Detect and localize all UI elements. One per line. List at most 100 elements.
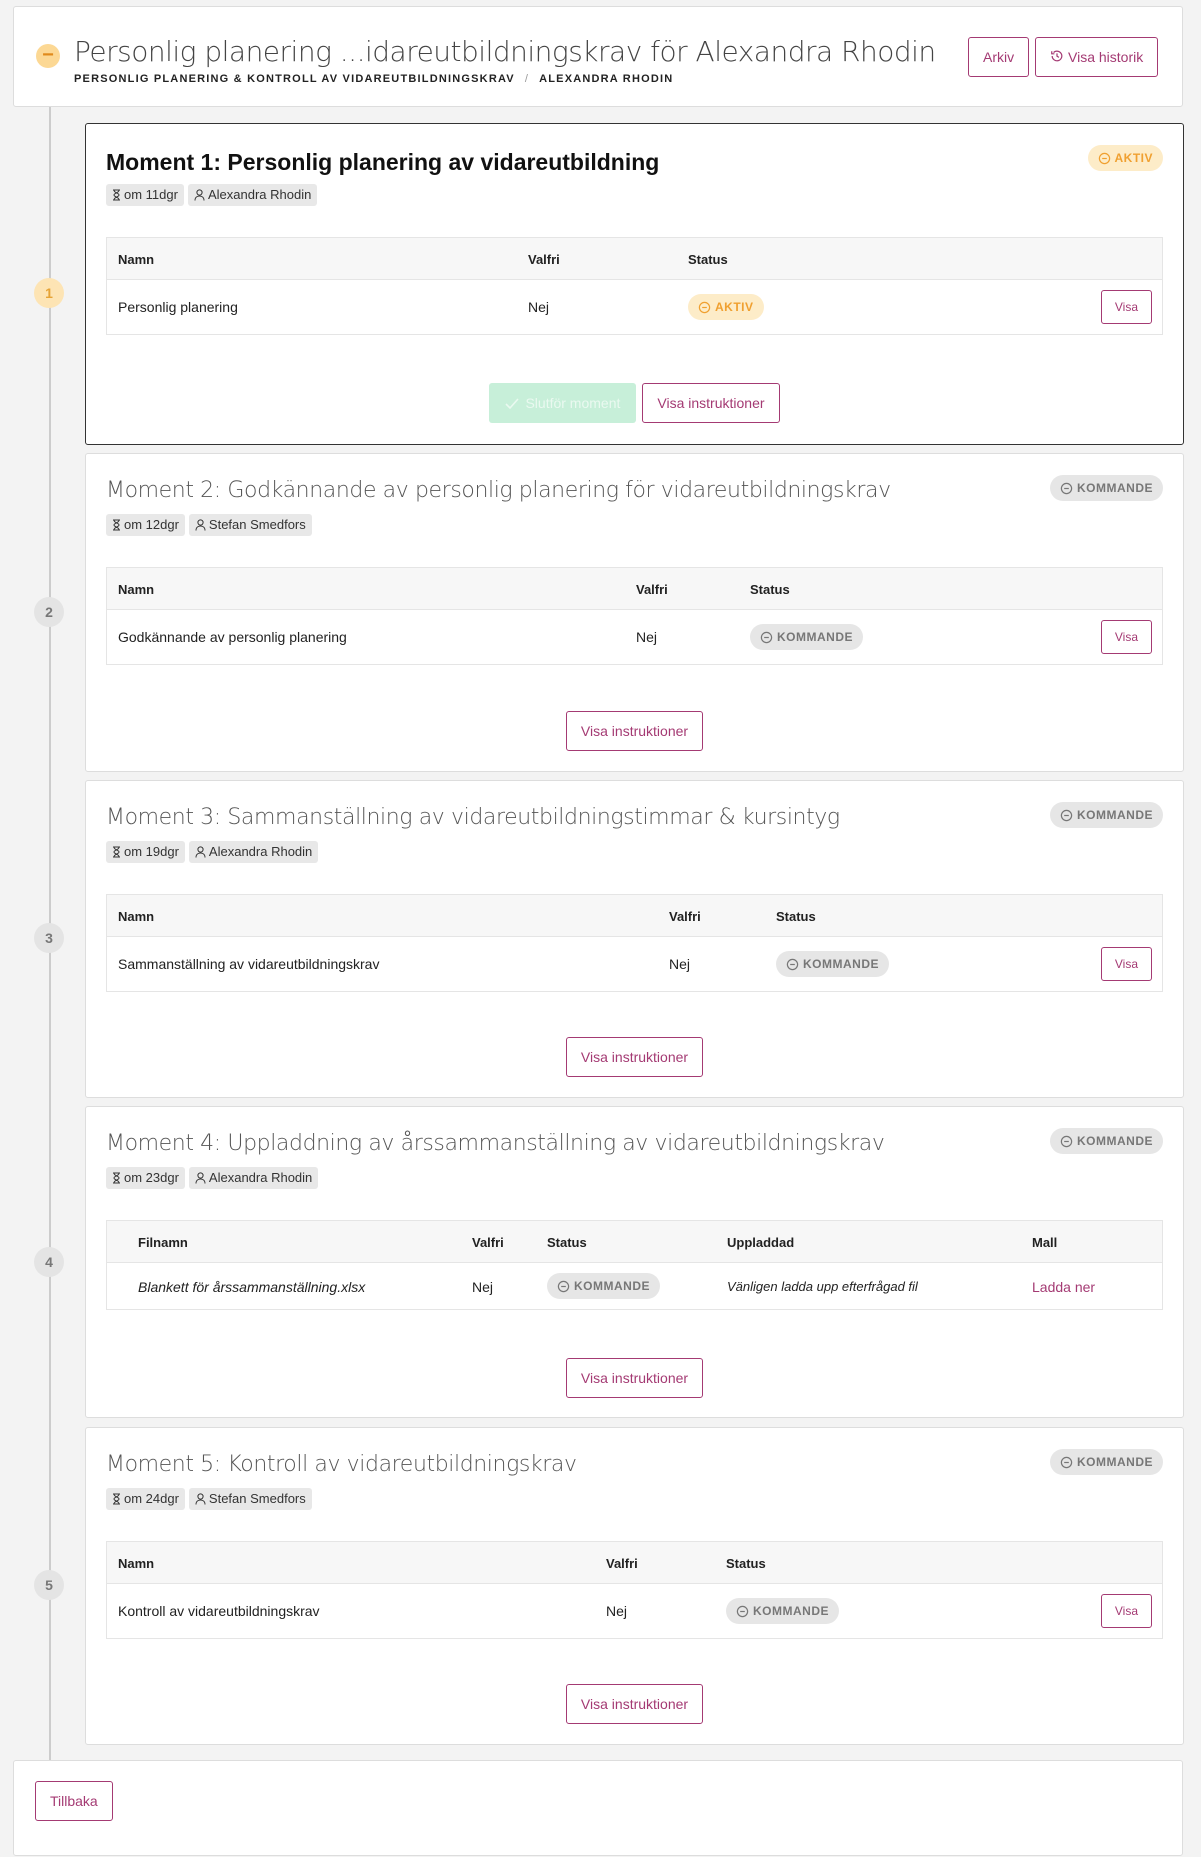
status-badge: KOMMANDE bbox=[726, 1598, 839, 1624]
step-number-4: 4 bbox=[34, 1247, 64, 1277]
assignee-label: Stefan Smedfors bbox=[208, 517, 306, 532]
hourglass-icon bbox=[113, 519, 120, 531]
view-button[interactable]: Visa bbox=[1100, 620, 1152, 654]
row-status: KOMMANDE bbox=[776, 951, 889, 977]
table-header: Namn Valfri Status bbox=[107, 568, 1162, 610]
page-title: Personlig planering ...idareutbildningsk… bbox=[74, 35, 936, 68]
status-label: KOMMANDE bbox=[1077, 808, 1153, 822]
status-badge: KOMMANDE bbox=[776, 951, 889, 977]
moment-meta: om 12dgr Stefan Smedfors bbox=[106, 514, 316, 536]
show-instructions-button[interactable]: Visa instruktioner bbox=[642, 383, 780, 423]
status-badge: AKTIV bbox=[688, 294, 764, 320]
table-row: Sammanställning av vidareutbildningskrav… bbox=[107, 937, 1162, 991]
row-status: KOMMANDE bbox=[750, 624, 863, 650]
show-instructions-button[interactable]: Visa instruktioner bbox=[565, 1358, 704, 1398]
step-number-5: 5 bbox=[34, 1570, 64, 1600]
status-label: AKTIV bbox=[1114, 151, 1153, 165]
column-header-name: Namn bbox=[118, 252, 155, 267]
user-icon bbox=[195, 1172, 206, 1184]
moment-actions: Slutför moment Visa instruktioner bbox=[86, 383, 1183, 423]
check-icon bbox=[505, 398, 520, 410]
moment-table: Namn Valfri Status Sammanställning av vi… bbox=[106, 894, 1163, 992]
assignee-label: Alexandra Rhodin bbox=[207, 187, 312, 202]
moment-title: Moment 4: Uppladdning av årssammanställn… bbox=[106, 1131, 885, 1156]
step-number-1: 1 bbox=[34, 278, 64, 308]
user-icon bbox=[195, 519, 206, 531]
status-badge: AKTIV bbox=[1087, 145, 1163, 171]
moment-card-2: Moment 2: Godkännande av personlig plane… bbox=[85, 453, 1184, 772]
moment-meta: om 19dgr Alexandra Rhodin bbox=[106, 841, 322, 863]
moment-card-3: Moment 3: Sammanställning av vidareutbil… bbox=[85, 780, 1184, 1098]
minus-circle-icon bbox=[1098, 152, 1110, 165]
moment-actions: Visa instruktioner bbox=[86, 1684, 1183, 1724]
row-status: AKTIV bbox=[688, 294, 764, 320]
table-header: Namn Valfri Status bbox=[107, 1542, 1162, 1584]
row-optional: Nej bbox=[528, 299, 550, 315]
view-button[interactable]: Visa bbox=[1100, 1594, 1152, 1628]
row-status: KOMMANDE bbox=[547, 1273, 660, 1299]
minus-circle-icon bbox=[557, 1280, 570, 1293]
column-header-template: Mall bbox=[1032, 1235, 1058, 1250]
table-header: Filnamn Valfri Status Uppladdad Mall bbox=[107, 1221, 1162, 1263]
table-row: Blankett för årssammanställning.xlsx Nej… bbox=[107, 1263, 1162, 1309]
column-header-filename: Filnamn bbox=[138, 1235, 188, 1250]
minus-circle-icon bbox=[1060, 482, 1073, 495]
complete-moment-button[interactable]: Slutför moment bbox=[489, 383, 637, 423]
row-name: Godkännande av personlig planering bbox=[118, 629, 347, 645]
show-history-button[interactable]: Visa historik bbox=[1035, 37, 1159, 77]
row-status: KOMMANDE bbox=[726, 1598, 839, 1624]
assignee-tag: Alexandra Rhodin bbox=[188, 841, 319, 863]
step-number-2: 2 bbox=[34, 597, 64, 627]
minus-circle-icon bbox=[1060, 809, 1073, 822]
breadcrumb-item-process[interactable]: PERSONLIG PLANERING & KONTROLL AV VIDARE… bbox=[74, 73, 515, 85]
status-label: KOMMANDE bbox=[777, 630, 853, 644]
assignee-tag: Stefan Smedfors bbox=[188, 514, 312, 536]
back-button[interactable]: Tillbaka bbox=[35, 1781, 113, 1821]
status-badge: KOMMANDE bbox=[1050, 1128, 1163, 1154]
column-header-status: Status bbox=[750, 582, 790, 597]
column-header-optional: Valfri bbox=[636, 582, 668, 597]
table-row: Godkännande av personlig planering Nej K… bbox=[107, 610, 1162, 664]
complete-moment-label: Slutför moment bbox=[525, 395, 621, 411]
archive-button[interactable]: Arkiv bbox=[968, 37, 1030, 77]
collapse-minus-icon[interactable]: − bbox=[36, 44, 60, 68]
status-label: KOMMANDE bbox=[1077, 481, 1153, 495]
due-tag: om 11dgr bbox=[106, 184, 184, 206]
minus-circle-icon bbox=[760, 631, 773, 644]
download-template-link[interactable]: Ladda ner bbox=[1032, 1279, 1095, 1295]
column-header-status: Status bbox=[776, 909, 816, 924]
moment-table: Namn Valfri Status Godkännande av person… bbox=[106, 567, 1163, 665]
moment-title: Moment 5: Kontroll av vidareutbildningsk… bbox=[106, 1452, 577, 1477]
show-instructions-button[interactable]: Visa instruktioner bbox=[565, 1037, 704, 1077]
assignee-label: Stefan Smedfors bbox=[208, 1491, 306, 1506]
status-label: KOMMANDE bbox=[574, 1279, 650, 1293]
column-header-name: Namn bbox=[118, 582, 155, 597]
moment-card-4: Moment 4: Uppladdning av årssammanställn… bbox=[85, 1106, 1184, 1418]
column-header-optional: Valfri bbox=[528, 252, 560, 267]
show-instructions-button[interactable]: Visa instruktioner bbox=[565, 711, 704, 751]
show-instructions-button[interactable]: Visa instruktioner bbox=[565, 1684, 704, 1724]
moment-card-1: Moment 1: Personlig planering av vidareu… bbox=[85, 123, 1184, 445]
minus-circle-icon bbox=[786, 958, 799, 971]
status-label: KOMMANDE bbox=[1077, 1455, 1153, 1469]
minus-circle-icon bbox=[698, 301, 711, 314]
minus-circle-icon bbox=[1060, 1456, 1073, 1469]
assignee-label: Alexandra Rhodin bbox=[208, 1170, 313, 1185]
view-button[interactable]: Visa bbox=[1100, 290, 1152, 324]
row-optional: Nej bbox=[472, 1279, 494, 1295]
due-label: om 12dgr bbox=[124, 517, 179, 532]
moment-meta: om 23dgr Alexandra Rhodin bbox=[106, 1167, 322, 1189]
table-header: Namn Valfri Status bbox=[107, 895, 1162, 937]
status-badge: KOMMANDE bbox=[1050, 802, 1163, 828]
column-header-status: Status bbox=[547, 1235, 587, 1250]
breadcrumb: PERSONLIG PLANERING & KONTROLL AV VIDARE… bbox=[74, 73, 673, 85]
status-label: KOMMANDE bbox=[803, 957, 879, 971]
assignee-tag: Alexandra Rhodin bbox=[187, 184, 318, 206]
column-header-name: Namn bbox=[118, 1556, 155, 1571]
view-button[interactable]: Visa bbox=[1100, 947, 1152, 981]
status-badge: KOMMANDE bbox=[750, 624, 863, 650]
row-name: Sammanställning av vidareutbildningskrav bbox=[118, 956, 380, 972]
assignee-label: Alexandra Rhodin bbox=[208, 844, 313, 859]
user-icon bbox=[195, 846, 206, 858]
status-badge: KOMMANDE bbox=[1050, 475, 1163, 501]
